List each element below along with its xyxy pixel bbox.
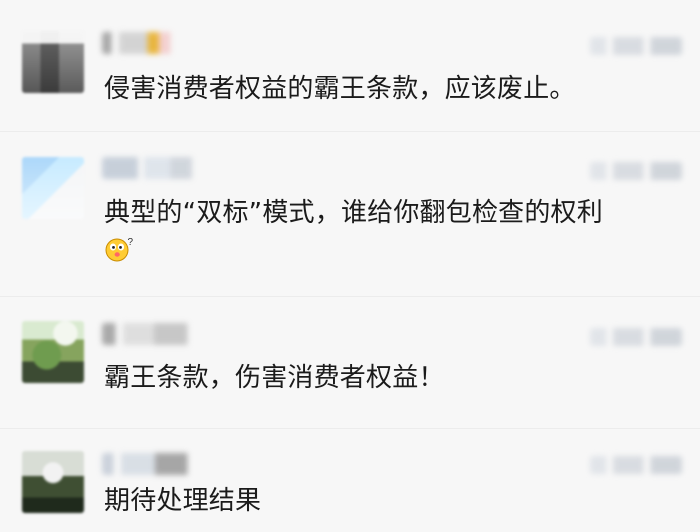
comment-text: 期待处理结果 [104, 486, 262, 516]
comment-item[interactable]: 期待处理结果 [0, 0, 700, 532]
comment-feed: 侵害消费者权益的霸王条款，应该废止。 典型的“双标”模式，谁给你翻包检查的权利 … [0, 0, 700, 532]
comment-meta [590, 456, 682, 474]
avatar[interactable] [22, 451, 84, 513]
user-name[interactable] [102, 453, 197, 475]
